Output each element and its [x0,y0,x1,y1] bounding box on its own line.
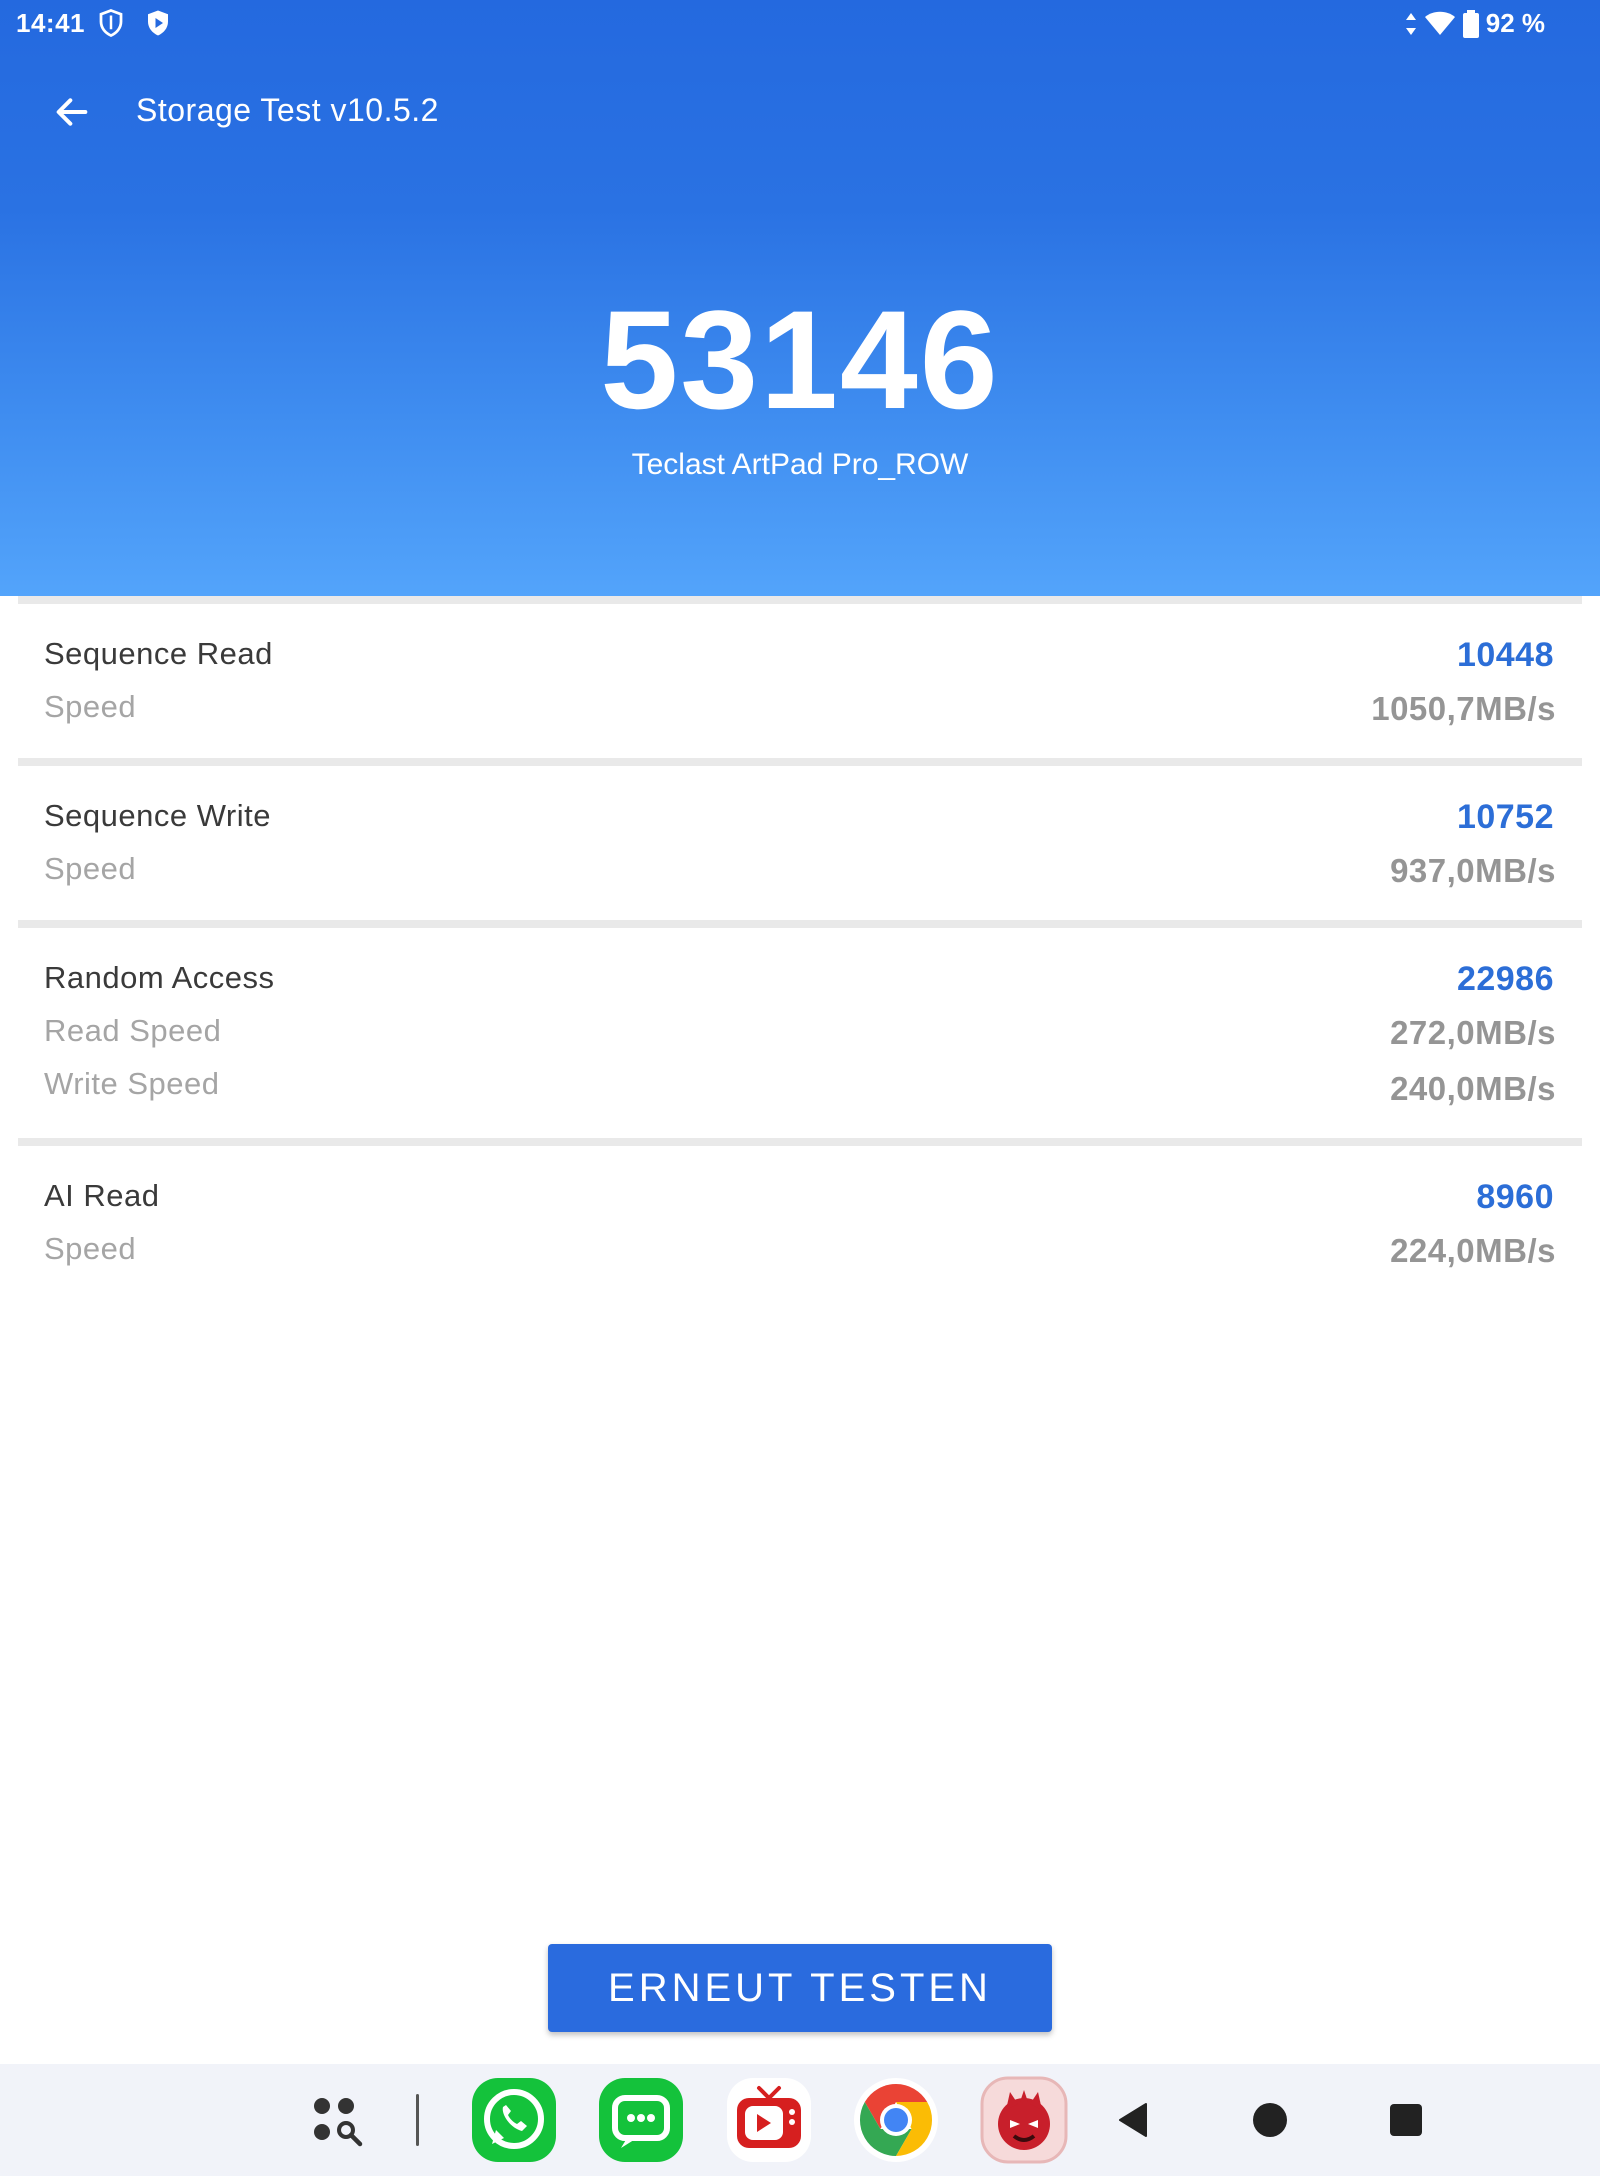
page-title: Storage Test v10.5.2 [136,92,439,128]
back-nav-button[interactable] [1090,2076,1178,2164]
data-arrows-icon [1405,12,1416,35]
result-metric-label: Speed [44,689,137,724]
total-score: 53146 [600,281,1000,438]
screen: 14:41 92 % Storage Test v10.5.2 53146 Te… [0,0,1600,2176]
result-title: Sequence Read [44,636,273,671]
toolbar: Storage Test v10.5.2 [0,80,1600,144]
app-drawer-icon [314,2098,363,2147]
result-metric-value: 272,0MB/s [1390,1014,1556,1051]
tv-app[interactable] [725,2076,813,2164]
whatsapp-icon [472,2078,556,2162]
chrome-icon [854,2078,938,2162]
chrome-app[interactable] [852,2076,940,2164]
result-score: 22986 [1456,960,1554,998]
result-metric-value: 224,0MB/s [1390,1232,1556,1269]
result-score: 10752 [1456,798,1554,836]
result-metric-value: 240,0MB/s [1390,1070,1556,1107]
result-sequence-read: Sequence Read 10448 Speed 1050,7MB/s [18,604,1582,758]
recents-nav-button[interactable] [1362,2076,1450,2164]
shield-icon [99,9,123,38]
antutu-app[interactable] [980,2076,1068,2164]
tv-app-icon [727,2078,811,2162]
result-metric-value: 937,0MB/s [1390,852,1556,889]
divider [18,758,1582,766]
result-title: AI Read [44,1178,160,1213]
result-sequence-write: Sequence Write 10752 Speed 937,0MB/s [18,766,1582,920]
status-bar: 14:41 92 % [0,0,1600,48]
back-nav-icon [1119,2103,1147,2137]
result-score: 10448 [1456,636,1554,674]
whatsapp-app[interactable] [470,2076,558,2164]
arrow-back-icon [56,98,88,126]
wifi-icon [1424,11,1455,35]
header: 14:41 92 % Storage Test v10.5.2 53146 Te… [0,0,1600,596]
play-shield-icon [148,10,168,36]
divider [18,920,1582,928]
recents-nav-icon [1390,2104,1422,2136]
result-metric-label: Read Speed [44,1013,222,1048]
result-metric-label: Write Speed [44,1066,220,1101]
result-title: Sequence Write [44,798,271,833]
home-nav-icon [1253,2103,1287,2137]
home-nav-button[interactable] [1226,2076,1314,2164]
result-random-access: Random Access 22986 Read Speed 272,0MB/s… [18,928,1582,1138]
status-right: 92 % [1404,8,1545,39]
taskbar [0,2064,1600,2176]
messages-app[interactable] [597,2076,685,2164]
result-metric-value: 1050,7MB/s [1371,690,1556,727]
result-metric-label: Speed [44,1231,137,1266]
device-name: Teclast ArtPad Pro_ROW [631,448,969,481]
back-button[interactable] [40,80,104,144]
battery-level: 92 % [1485,8,1545,38]
app-drawer-button[interactable] [292,2076,380,2164]
result-score: 8960 [1476,1178,1554,1216]
status-time: 14:41 [16,8,85,38]
result-metric-label: Speed [44,851,137,886]
result-title: Random Access [44,960,275,995]
taskbar-separator [416,2094,419,2146]
divider [18,596,1582,604]
retest-button[interactable]: ERNEUT TESTEN [548,1944,1052,2032]
antutu-icon [980,2076,1068,2164]
messages-icon [599,2078,683,2162]
battery-icon [1462,9,1479,38]
result-ai-read: AI Read 8960 Speed 224,0MB/s [18,1146,1582,1300]
divider [18,1138,1582,1146]
results-list: Sequence Read 10448 Speed 1050,7MB/s Seq… [18,596,1582,1300]
